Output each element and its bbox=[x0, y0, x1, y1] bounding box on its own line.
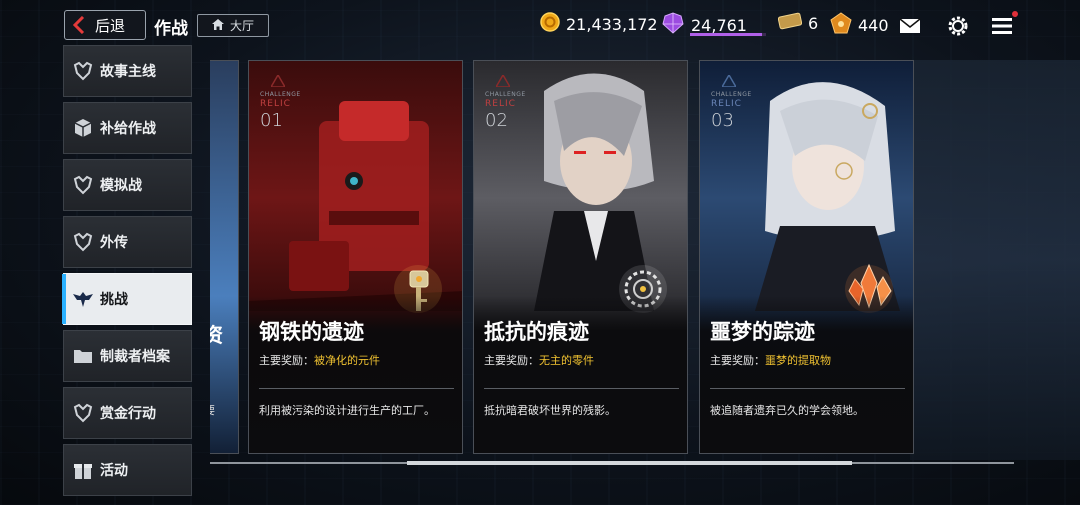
mech-icon bbox=[72, 60, 94, 82]
card-info-panel: 抵抗的痕迹 主要奖励：无主的零件 抵抗暗君破坏世界的残影。 bbox=[474, 296, 687, 453]
reward-prefix: 主要奖励： bbox=[710, 354, 765, 367]
card-name-fragment: 资 bbox=[210, 319, 223, 348]
reward-value: 被净化的元件 bbox=[314, 354, 380, 367]
sidebar-item-story[interactable]: 故事主线 bbox=[63, 45, 192, 97]
gift-icon bbox=[72, 459, 94, 481]
ticket-counter[interactable]: 6 bbox=[777, 12, 819, 34]
chest-icon bbox=[830, 12, 852, 38]
relic-emblem-icon bbox=[720, 72, 738, 91]
home-icon bbox=[211, 18, 224, 33]
mech-icon bbox=[72, 174, 94, 196]
challenge-card-steel-relic[interactable]: CHALLENGE RELIC 01 钢铁的遗迹 主要奖励：被净化的元件 利用被… bbox=[248, 60, 463, 454]
reward-prefix: 主要奖励： bbox=[259, 354, 314, 367]
reward-value: 无主的零件 bbox=[539, 354, 594, 367]
card-number: 03 bbox=[711, 110, 734, 131]
coin-icon bbox=[540, 12, 560, 36]
sidebar-item-label: 制裁者档案 bbox=[100, 349, 170, 365]
card-divider bbox=[484, 388, 679, 389]
challenge-label: CHALLENGE bbox=[485, 91, 526, 98]
gear-icon[interactable] bbox=[946, 14, 970, 38]
sidebar-item-label: 模拟战 bbox=[100, 178, 142, 194]
sidebar-item-label: 活动 bbox=[100, 463, 128, 479]
mail-icon[interactable] bbox=[898, 14, 922, 38]
lobby-button[interactable]: 大厅 bbox=[197, 14, 269, 37]
sidebar-item-bounty[interactable]: 赏金行动 bbox=[63, 387, 192, 439]
relic-emblem-icon bbox=[269, 72, 287, 91]
sidebar-item-label: 外传 bbox=[100, 235, 128, 251]
challenge-card-resistance-trace[interactable]: CHALLENGE RELIC 02 抵抗的痕迹 主要奖励：无主的零件 抵抗暗君… bbox=[473, 60, 688, 454]
sidebar-item-label: 挑战 bbox=[100, 292, 128, 308]
sidebar-item-side-story[interactable]: 外传 bbox=[63, 216, 192, 268]
card-reward: 主要奖励：无主的零件 bbox=[484, 352, 594, 368]
mech-icon bbox=[72, 231, 94, 253]
gem-icon bbox=[661, 12, 685, 38]
sidebar-item-supply[interactable]: 补给作战 bbox=[63, 102, 192, 154]
card-divider bbox=[710, 388, 905, 389]
card-description: 被追随者遗弃已久的学会领地。 bbox=[710, 404, 864, 417]
sidebar-item-label: 故事主线 bbox=[100, 64, 156, 80]
chest-counter[interactable]: 440 bbox=[830, 12, 889, 38]
challenge-card-list: 资 要 CHALLENGE RELIC 01 钢铁的遗迹 主要奖励：被净 bbox=[210, 60, 1030, 456]
card-info-panel: 噩梦的踪迹 主要奖励：噩梦的提取物 被追随者遗弃已久的学会领地。 bbox=[700, 296, 913, 453]
card-number: 01 bbox=[260, 110, 283, 131]
coin-counter[interactable]: 21,433,172 bbox=[540, 12, 658, 36]
sidebar-item-simulation[interactable]: 模拟战 bbox=[63, 159, 192, 211]
scrollbar-thumb[interactable] bbox=[407, 461, 853, 465]
chevron-left-icon bbox=[73, 16, 85, 34]
relic-label: RELIC bbox=[260, 99, 291, 109]
cube-icon bbox=[72, 117, 94, 139]
card-divider bbox=[259, 388, 454, 389]
card-description: 利用被污染的设计进行生产的工厂。 bbox=[259, 404, 435, 417]
menu-icon[interactable] bbox=[990, 14, 1014, 38]
relic-label: RELIC bbox=[711, 99, 742, 109]
chest-value: 440 bbox=[858, 15, 889, 35]
sidebar-item-events[interactable]: 活动 bbox=[63, 444, 192, 496]
gem-progress-fill bbox=[690, 33, 763, 36]
reward-value: 噩梦的提取物 bbox=[765, 354, 831, 367]
sidebar-item-challenge[interactable]: 挑战 bbox=[62, 273, 192, 325]
card-number: 02 bbox=[485, 110, 508, 131]
card-title: 抵抗的痕迹 bbox=[484, 320, 589, 344]
card-info-panel: 钢铁的遗迹 主要奖励：被净化的元件 利用被污染的设计进行生产的工厂。 bbox=[249, 296, 462, 453]
reward-prefix: 主要奖励： bbox=[484, 354, 539, 367]
coin-value: 21,433,172 bbox=[566, 14, 658, 34]
sidebar-item-label: 补给作战 bbox=[100, 121, 156, 137]
back-button[interactable]: 后退 bbox=[64, 10, 146, 40]
challenge-label: CHALLENGE bbox=[711, 91, 752, 98]
card-desc-fragment: 要 bbox=[210, 402, 215, 418]
back-label: 后退 bbox=[95, 16, 126, 35]
challenge-label: CHALLENGE bbox=[260, 91, 301, 98]
folder-icon bbox=[72, 345, 94, 367]
notification-dot bbox=[1012, 11, 1018, 17]
ticket-value: 6 bbox=[808, 13, 819, 33]
eagle-icon bbox=[72, 288, 94, 310]
gem-value: 24,761 bbox=[691, 15, 747, 35]
sidebar-item-archives[interactable]: 制裁者档案 bbox=[63, 330, 192, 382]
horizontal-scrollbar[interactable] bbox=[210, 461, 1014, 465]
card-reward: 主要奖励：被净化的元件 bbox=[259, 352, 380, 368]
page-title: 作战 bbox=[154, 19, 188, 39]
gem-progress-bar bbox=[690, 33, 766, 36]
challenge-card-nightmare-trace[interactable]: CHALLENGE RELIC 03 噩梦的踪迹 主要奖励：噩梦的提取物 被追随… bbox=[699, 60, 914, 454]
sidebar-item-label: 赏金行动 bbox=[100, 406, 156, 422]
card-reward: 主要奖励：噩梦的提取物 bbox=[710, 352, 831, 368]
challenge-card-partial[interactable]: 资 要 bbox=[210, 60, 239, 454]
lobby-label: 大厅 bbox=[229, 19, 254, 33]
card-title: 钢铁的遗迹 bbox=[259, 320, 364, 344]
ticket-icon bbox=[777, 12, 803, 34]
mech-icon bbox=[72, 402, 94, 424]
card-title: 噩梦的踪迹 bbox=[710, 320, 815, 344]
relic-emblem-icon bbox=[494, 72, 512, 91]
card-description: 抵抗暗君破坏世界的残影。 bbox=[484, 404, 616, 417]
relic-label: RELIC bbox=[485, 99, 516, 109]
